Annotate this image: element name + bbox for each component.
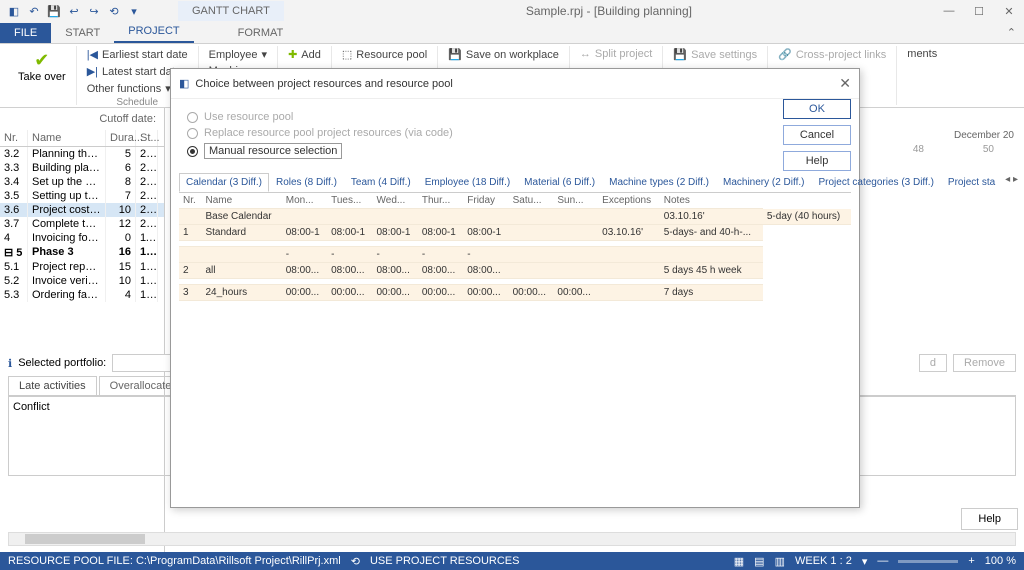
tab-scroll[interactable]: ◂ ▸ (1002, 173, 1021, 192)
calendar-row[interactable]: 324_hours00:00...00:00...00:00...00:00..… (179, 285, 851, 301)
resource-tabs: Calendar (3 Diff.)Roles (8 Diff.)Team (4… (179, 173, 851, 193)
resource-tab[interactable]: Calendar (3 Diff.) (179, 173, 269, 192)
col-header[interactable]: Friday (463, 193, 508, 209)
dialog-icon: ◧ (179, 77, 189, 90)
col-header[interactable]: Nr. (179, 193, 201, 209)
col-header[interactable]: Notes (660, 193, 763, 209)
ok-button[interactable]: OK (783, 99, 851, 119)
calendar-row[interactable]: ----- (179, 247, 851, 263)
cancel-button[interactable]: Cancel (783, 125, 851, 145)
option-manual-selection[interactable]: Manual resource selection (187, 143, 851, 159)
calendar-row[interactable]: 1Standard08:00-108:00-108:00-108:00-108:… (179, 225, 851, 241)
option-use-resource-pool: Use resource pool (187, 111, 851, 123)
dialog-close-icon[interactable]: ✕ (839, 75, 851, 92)
col-header[interactable]: Thur... (418, 193, 463, 209)
resource-tab[interactable]: Project sta (941, 173, 1002, 192)
resource-tab[interactable]: Machinery (2 Diff.) (716, 173, 812, 192)
col-header[interactable]: Mon... (282, 193, 327, 209)
resource-tab[interactable]: Material (6 Diff.) (517, 173, 602, 192)
resource-tab[interactable]: Employee (18 Diff.) (418, 173, 517, 192)
col-header[interactable]: Exceptions (598, 193, 660, 209)
resource-tab[interactable]: Roles (8 Diff.) (269, 173, 344, 192)
dialog-help-button[interactable]: Help (783, 151, 851, 171)
calendar-row[interactable]: 2all08:00...08:00...08:00...08:00...08:0… (179, 263, 851, 279)
resource-tab[interactable]: Project categories (3 Diff.) (812, 173, 941, 192)
modal-backdrop: ◧ Choice between project resources and r… (0, 0, 1024, 570)
col-header[interactable]: Tues... (327, 193, 372, 209)
col-header[interactable]: Satu... (509, 193, 554, 209)
option-replace-via-code: Replace resource pool project resources … (187, 127, 851, 139)
col-header[interactable]: Sun... (553, 193, 598, 209)
calendar-table: Nr.NameMon...Tues...Wed...Thur...FridayS… (179, 193, 851, 301)
col-header[interactable]: Name (201, 193, 281, 209)
resource-choice-dialog: ◧ Choice between project resources and r… (170, 68, 860, 508)
calendar-row[interactable]: Base Calendar03.10.16'5-day (40 hours) (179, 209, 851, 225)
col-header[interactable]: Wed... (373, 193, 418, 209)
resource-tab[interactable]: Machine types (2 Diff.) (602, 173, 716, 192)
resource-tab[interactable]: Team (4 Diff.) (344, 173, 418, 192)
dialog-title: Choice between project resources and res… (195, 78, 839, 90)
